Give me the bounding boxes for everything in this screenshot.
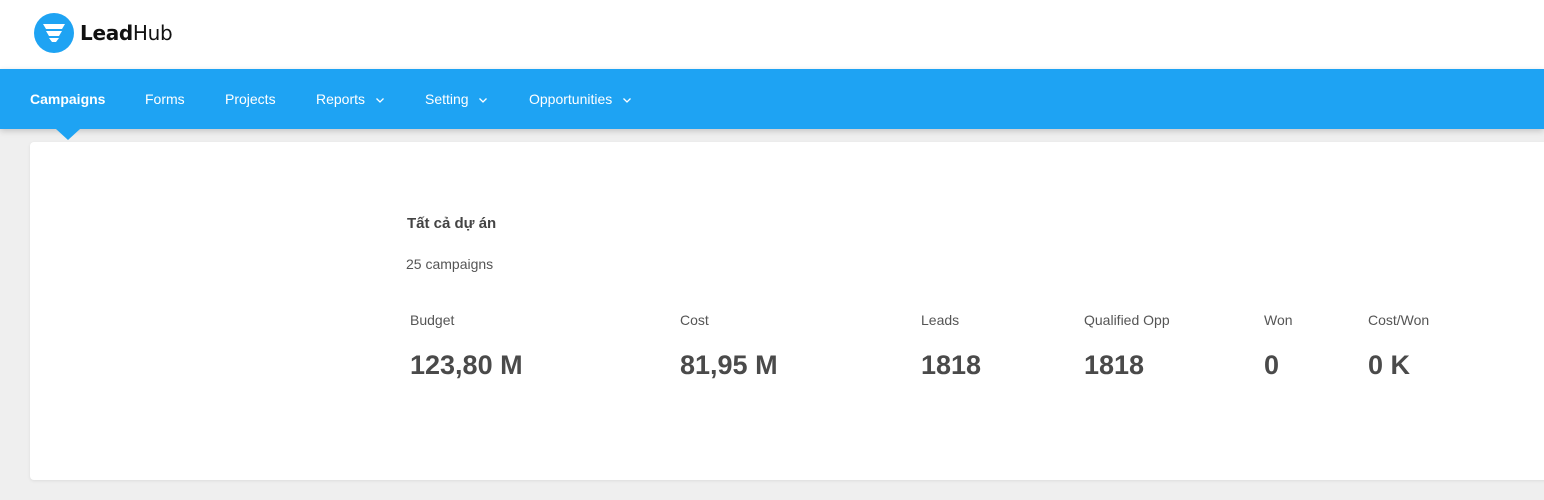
nav-forms[interactable]: Forms (145, 69, 185, 129)
nav-reports-label: Reports (316, 91, 366, 107)
stat-cost: Cost 81,95 M (680, 312, 778, 381)
chevron-down-icon (479, 98, 488, 104)
stat-qualified-opp: Qualified Opp 1818 (1084, 312, 1170, 381)
stat-label: Leads (921, 312, 960, 328)
stat-label: Cost/Won (1368, 312, 1430, 328)
stat-won: Won 0 (1264, 312, 1293, 381)
active-nav-indicator (56, 129, 80, 140)
nav-projects-label: Projects (225, 91, 276, 107)
stat-value: 0 K (1368, 350, 1411, 380)
nav-setting[interactable]: Setting (425, 69, 488, 129)
nav-forms-label: Forms (145, 91, 185, 107)
main-navbar: Campaigns Forms Projects Reports Setting… (0, 69, 1544, 129)
nav-opportunities[interactable]: Opportunities (529, 69, 632, 129)
stat-label: Qualified Opp (1084, 312, 1170, 328)
stat-leads: Leads 1818 (921, 312, 981, 381)
funnel-icon (34, 13, 74, 53)
stat-label: Budget (410, 312, 455, 328)
nav-reports[interactable]: Reports (316, 69, 385, 129)
brand-name-bold: Lead (80, 21, 133, 45)
stat-value: 1818 (921, 350, 982, 380)
stat-value: 0 (1264, 350, 1280, 380)
campaign-count: 25 campaigns (406, 256, 494, 272)
stat-value: 123,80 M (410, 350, 523, 380)
brand-logo[interactable]: LeadHub (34, 13, 173, 53)
chevron-down-icon (375, 98, 384, 104)
stat-label: Cost (680, 312, 709, 328)
top-header: LeadHub (0, 0, 1544, 69)
stat-value: 81,95 M (680, 350, 778, 380)
nav-campaigns[interactable]: Campaigns (30, 69, 105, 129)
nav-opportunities-label: Opportunities (529, 91, 613, 107)
brand-name: LeadHub (80, 21, 173, 45)
nav-projects[interactable]: Projects (225, 69, 276, 129)
stat-cost-per-won: Cost/Won 0 K (1368, 312, 1429, 381)
stat-label: Won (1264, 312, 1293, 328)
chevron-down-icon (623, 98, 632, 104)
stat-value: 1818 (1084, 350, 1145, 380)
nav-campaigns-label: Campaigns (30, 91, 106, 107)
stat-budget: Budget 123,80 M (410, 312, 523, 381)
project-title: Tất cả dự án (407, 215, 497, 232)
brand-name-regular: Hub (132, 21, 173, 45)
summary-card: Tất cả dự án 25 campaigns Budget 123,80 … (30, 142, 1544, 480)
nav-setting-label: Setting (425, 91, 469, 107)
